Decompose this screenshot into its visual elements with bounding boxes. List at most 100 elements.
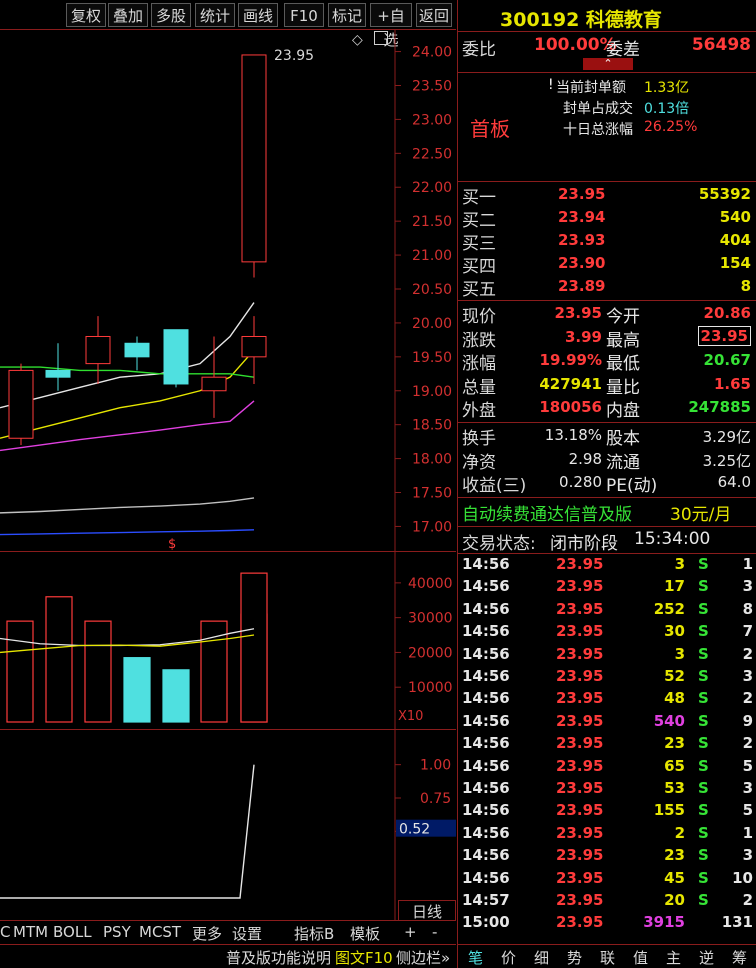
toolbar-button-2[interactable]: 多股 xyxy=(151,3,191,27)
fund-value-2: 64.0 xyxy=(717,473,751,491)
right-tab-2[interactable]: 细 xyxy=(534,947,549,968)
bid-label: 买一 xyxy=(462,188,496,208)
promo-row[interactable]: 自动续费通达信普及版 30元/月 xyxy=(458,500,756,525)
volume-chart[interactable]: 40000 30000 20000 10000 X10 xyxy=(0,552,456,730)
trade-count: 1 xyxy=(742,823,753,842)
trade-price: 23.95 xyxy=(556,667,604,685)
trade-time: 14:56 xyxy=(462,779,510,797)
bid-volume: 8 xyxy=(740,277,751,295)
trade-side: S xyxy=(698,577,709,596)
bid-row[interactable]: 买三 23.93 404 xyxy=(458,229,756,254)
right-tab-4[interactable]: 联 xyxy=(600,947,615,968)
bid-volume: 55392 xyxy=(698,185,751,203)
quote-value-2: 1.65 xyxy=(713,374,751,393)
trade-row: 14:56 23.95 3 S 1 xyxy=(458,555,756,578)
volume-tick-label: 10000 xyxy=(408,680,453,696)
bid-volume: 540 xyxy=(719,208,751,226)
indicator-tab-2[interactable]: BOLL xyxy=(53,923,92,941)
trade-volume: 155 xyxy=(653,801,685,820)
trade-volume: 20 xyxy=(664,891,685,909)
toolbar-button-8[interactable]: 返回 xyxy=(416,3,452,27)
toolbar-button-6[interactable]: 标记 xyxy=(328,3,366,27)
indicator-tab-5[interactable]: 更多 xyxy=(192,923,222,944)
trade-row: 14:56 23.95 540 S 9 xyxy=(458,712,756,735)
trade-row: 14:56 23.95 23 S 2 xyxy=(458,734,756,757)
fund-label-2: 流通 xyxy=(606,452,640,473)
toolbar-button-7[interactable]: +自选 xyxy=(370,3,412,49)
committee-ratio-label: 委比 xyxy=(462,40,496,60)
toolbar-button-4[interactable]: 画线 xyxy=(238,3,278,27)
indicator-tick-label: 0.75 xyxy=(420,791,451,807)
trade-side: S xyxy=(698,756,709,775)
collapse-up-icon[interactable]: ⌃ xyxy=(583,58,633,70)
quote-row: 现价 23.95 今开 20.86 xyxy=(458,302,756,327)
indicator-tab-1[interactable]: MTM xyxy=(13,923,48,941)
f10-link[interactable]: 图文F10 xyxy=(335,947,393,968)
help-link[interactable]: 普及版功能说明 xyxy=(226,947,331,968)
stock-name: 300192 科德教育 xyxy=(500,9,662,31)
ma-line-1 xyxy=(0,349,255,439)
bid-row[interactable]: 买二 23.94 540 xyxy=(458,206,756,231)
trade-count: 2 xyxy=(742,644,753,663)
trade-list[interactable]: 14:56 23.95 3 S 1 14:56 23.95 17 S 3 14:56 23.95 252… xyxy=(458,555,756,943)
trade-count: 1 xyxy=(742,555,753,573)
trade-time: 14:56 xyxy=(462,555,510,573)
fund-value: 13.18% xyxy=(544,426,602,444)
toolbar-button-5[interactable]: F10 xyxy=(284,3,324,27)
trade-price: 23.95 xyxy=(556,913,604,932)
promo-price[interactable]: 30元/月 xyxy=(670,500,731,525)
quote-label-2: 最高 xyxy=(606,330,640,351)
indicator-svg: 1.000.750.500.52 xyxy=(0,730,456,920)
indicator-line xyxy=(0,764,255,899)
kline-chart[interactable]: 24.00 23.50 23.00 22.50 22.00 21.50 21.00 20.50… xyxy=(0,30,456,552)
right-tab-7[interactable]: 逆 xyxy=(699,947,714,968)
right-tab-0[interactable]: 笔 xyxy=(468,947,483,968)
trade-row: 14:56 23.95 23 S 3 xyxy=(458,846,756,869)
fund-value-2: 3.25亿 xyxy=(702,451,751,470)
trade-side: S xyxy=(698,779,709,797)
volume-unit: X10 xyxy=(398,709,423,724)
toolbar-button-1[interactable]: 叠加 xyxy=(108,3,148,27)
kline-tick-label: 17.00 xyxy=(412,519,452,535)
sidebar-toggle[interactable]: 侧边栏» xyxy=(396,947,450,968)
fund-value-2: 3.29亿 xyxy=(702,428,751,446)
bid-row[interactable]: 买四 23.90 154 xyxy=(458,252,756,277)
trade-row: 14:56 23.95 65 S 5 xyxy=(458,757,756,780)
ma-line-4 xyxy=(0,497,255,514)
trade-price: 23.95 xyxy=(556,801,604,820)
bid-row[interactable]: 买五 23.89 8 xyxy=(458,275,756,300)
indicator-tab-9[interactable]: + xyxy=(404,923,417,941)
indicator-tab-4[interactable]: MCST xyxy=(139,923,181,941)
right-tab-5[interactable]: 值 xyxy=(633,947,648,968)
promo-text[interactable]: 自动续费通达信普及版 xyxy=(462,500,632,525)
indicator-tab-10[interactable]: - xyxy=(432,923,437,941)
trade-volume: 17 xyxy=(664,577,685,596)
trade-time: 14:56 xyxy=(462,823,510,842)
trade-price: 23.95 xyxy=(556,577,604,596)
indicator-tab-7[interactable]: 指标B xyxy=(294,923,334,944)
quote-label: 总量 xyxy=(462,377,496,398)
indicator-tab-8[interactable]: 模板 xyxy=(350,923,380,944)
trade-side: S xyxy=(698,689,709,708)
trade-count: 3 xyxy=(742,577,753,596)
window-toggle-icon[interactable] xyxy=(374,31,388,45)
kline-tick-label: 24.00 xyxy=(412,45,452,61)
indicator-tab-0[interactable]: C xyxy=(0,923,10,941)
trade-time: 14:56 xyxy=(462,801,510,820)
kline-tick-label: 18.50 xyxy=(412,418,452,434)
indicator-tab-3[interactable]: PSY xyxy=(103,923,131,941)
indicator-tab-6[interactable]: 设置 xyxy=(232,923,262,944)
fund-label: 净资 xyxy=(462,452,496,473)
right-tab-1[interactable]: 价 xyxy=(501,947,516,968)
toolbar-button-0[interactable]: 复权 xyxy=(66,3,106,27)
diamond-icon[interactable]: ◇ xyxy=(352,32,363,48)
period-label[interactable]: 日线 xyxy=(398,900,456,921)
candle-body xyxy=(45,369,71,378)
right-tab-6[interactable]: 主 xyxy=(666,947,681,968)
right-tab-3[interactable]: 势 xyxy=(567,947,582,968)
toolbar-button-3[interactable]: 统计 xyxy=(195,3,235,27)
trade-count: 2 xyxy=(742,734,753,753)
right-tab-8[interactable]: 筹 xyxy=(732,947,747,968)
bid-row[interactable]: 买一 23.95 55392 xyxy=(458,183,756,208)
indicator-chart[interactable]: 1.000.750.500.52 xyxy=(0,730,456,920)
